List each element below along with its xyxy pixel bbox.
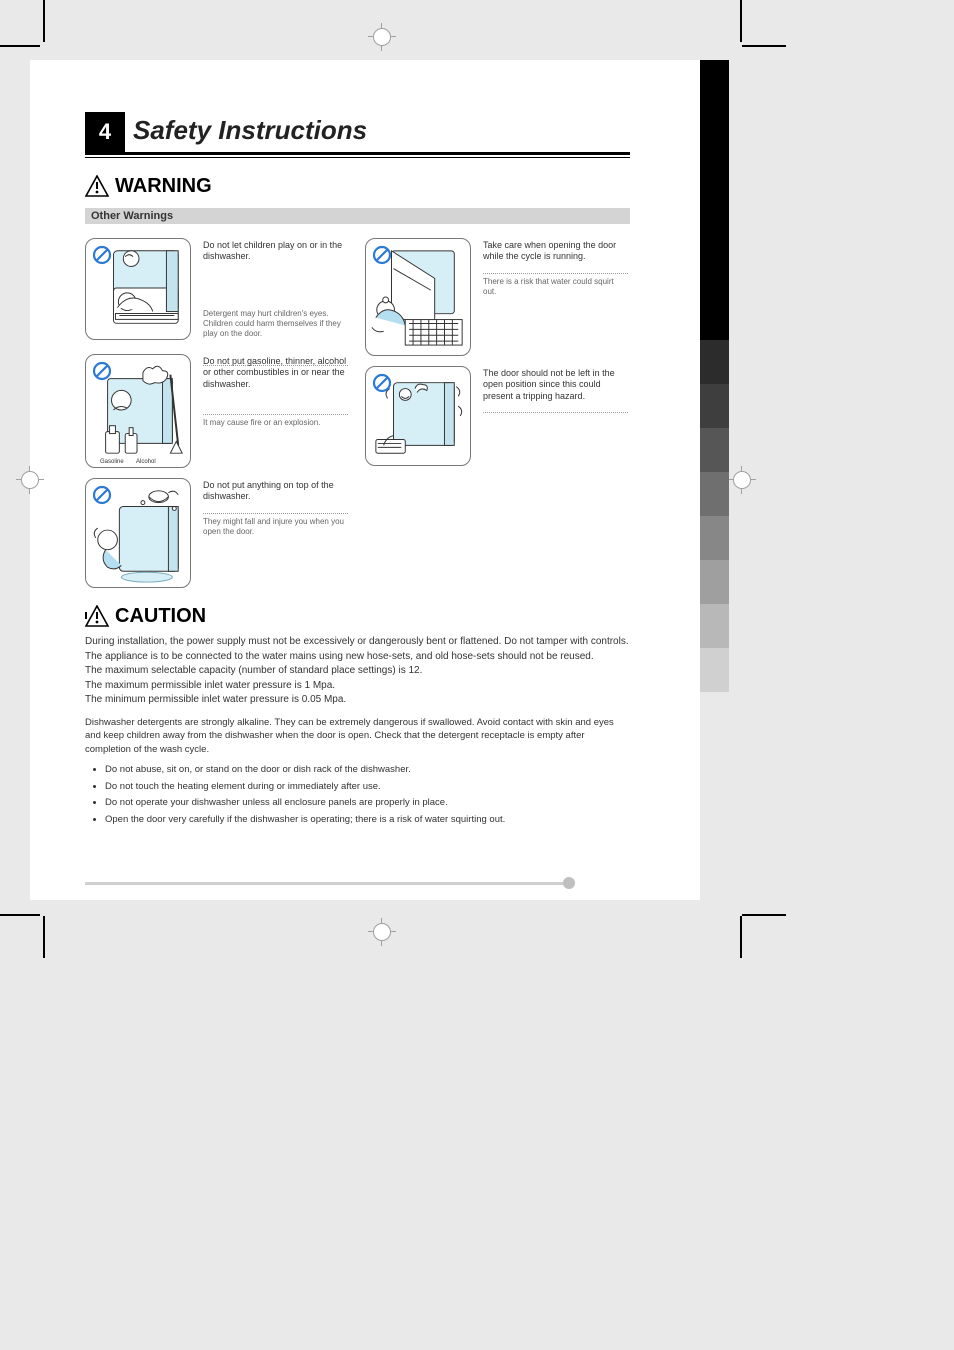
illustration-caption: Do not put gasoline, thinner, alcohol or… bbox=[203, 356, 348, 428]
illustration-caption: The door should not be left in the open … bbox=[483, 368, 628, 413]
illustration-door-open bbox=[365, 238, 471, 356]
caution-icon bbox=[85, 605, 109, 627]
prohibit-icon bbox=[92, 361, 112, 381]
warning-label: WARNING bbox=[115, 175, 212, 198]
alcohol-label: Alcohol bbox=[136, 459, 156, 465]
gasoline-label: Gasoline bbox=[100, 459, 124, 465]
caution-text: During installation, the power supply mu… bbox=[85, 635, 630, 830]
illustration-caption: Do not let children play on or in the di… bbox=[203, 240, 348, 339]
illustration-caption: Take care when opening the door while th… bbox=[483, 240, 628, 297]
prohibit-icon bbox=[92, 485, 112, 505]
prohibit-icon bbox=[372, 373, 392, 393]
illustration-tripping bbox=[365, 366, 471, 466]
registration-mark-icon bbox=[728, 466, 756, 494]
registration-mark-icon bbox=[16, 466, 44, 494]
section-title: Safety Instructions bbox=[133, 115, 367, 146]
registration-mark-icon bbox=[368, 23, 396, 51]
illustration-caption: Do not put anything on top of the dishwa… bbox=[203, 480, 348, 537]
prohibit-icon bbox=[92, 245, 112, 265]
illustration-children bbox=[85, 238, 191, 340]
other-warnings-header: Other Warnings bbox=[91, 210, 173, 222]
illustration-combustibles: Gasoline Alcohol bbox=[85, 354, 191, 468]
prohibit-icon bbox=[372, 245, 392, 265]
warning-icon bbox=[85, 175, 109, 197]
page-number: 4 bbox=[85, 112, 125, 152]
registration-mark-icon bbox=[368, 918, 396, 946]
caution-label: CAUTION bbox=[115, 605, 206, 628]
illustration-on-top bbox=[85, 478, 191, 588]
